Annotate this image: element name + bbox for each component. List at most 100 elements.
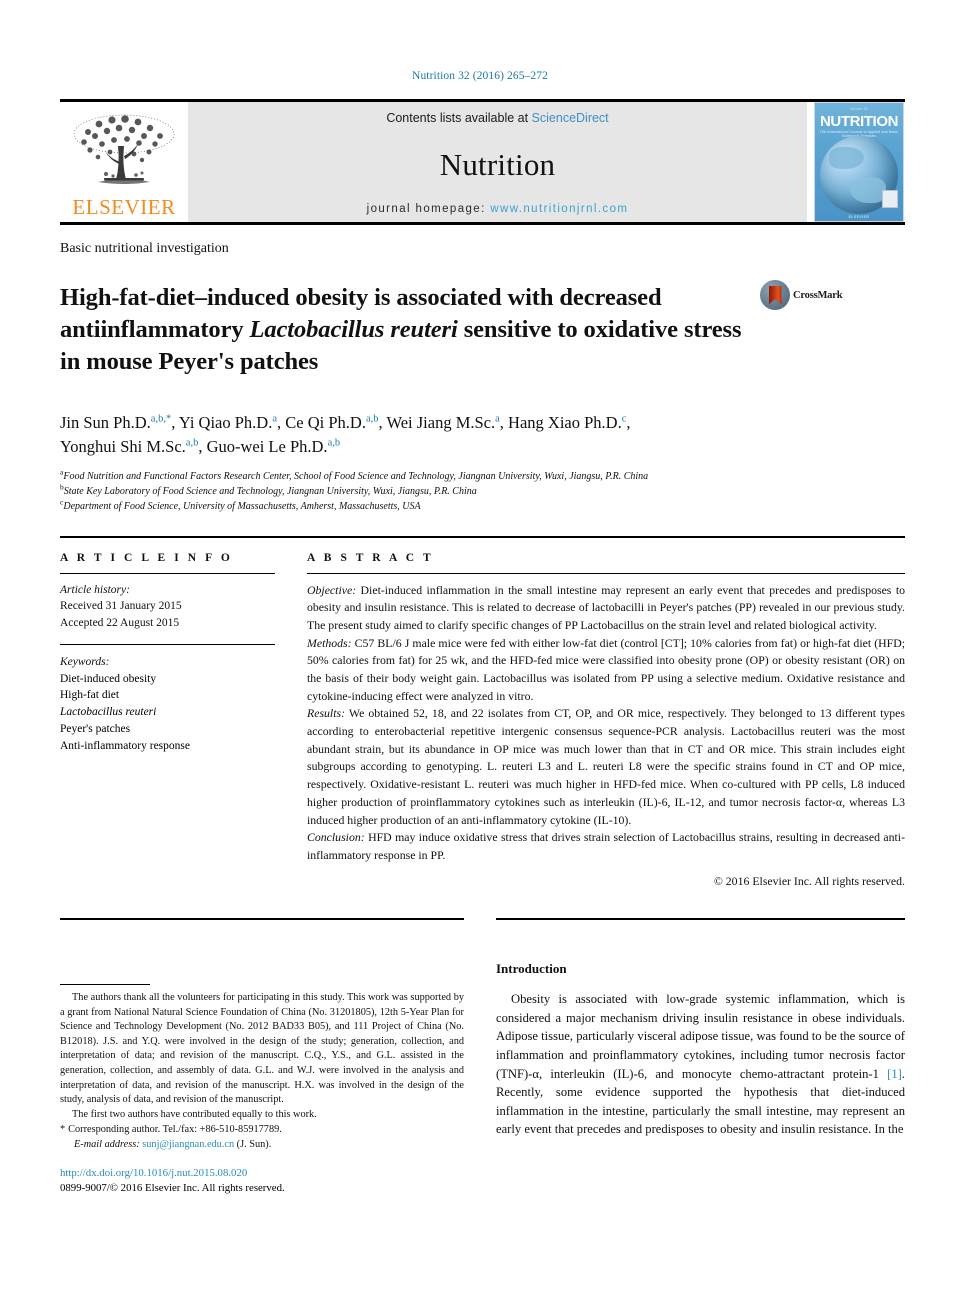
abstract-objective-text: Diet-induced inflammation in the small i… [307,582,905,632]
cover-title: NUTRITION [819,113,899,130]
affiliation-list: aFood Nutrition and Functional Factors R… [60,469,905,515]
doi-link[interactable]: http://dx.doi.org/10.1016/j.nut.2015.08.… [60,1166,464,1181]
abstract-rule [307,572,905,574]
title-line-3: in mouse Peyer's patches [60,348,319,376]
author-affiliation-marker: a,b [327,437,341,449]
affiliation-text: Department of Food Science, University o… [63,500,421,512]
keyword-item: Diet-induced obesity [60,672,157,685]
abstract-objective: Objective: Diet-induced inflammation in … [307,582,905,635]
journal-homepage-label: journal homepage: [366,203,491,215]
page-title: High-fat-diet–induced obesity is associa… [60,282,760,378]
crossmark-icon [760,280,790,310]
introduction-column: Introduction Obesity is associated with … [496,918,905,1196]
article-info-column: A R T I C L E I N F O Article history: R… [60,552,275,891]
introduction-body: Obesity is associated with low-grade sys… [496,990,905,1139]
author-name: Wei Jiang M.Sc. [386,413,496,433]
journal-info-panel: Contents lists available at ScienceDirec… [188,102,807,222]
abstract-column: A B S T R A C T Objective: Diet-induced … [307,552,905,891]
abstract-conclusion-label: Conclusion: [307,830,365,845]
paper-page: Nutrition 32 (2016) 265–272 ELSEVIER Con… [0,0,960,1290]
title-line-2b: sensitive to oxidative stress [457,316,742,344]
crossmark-badge[interactable]: CrossMark [760,266,852,310]
article-info-heading: A R T I C L E I N F O [60,551,233,564]
crossmark-label: CrossMark [793,289,843,301]
author-separator: , [626,413,631,433]
author-separator: , [171,413,179,433]
abstract-conclusion-text: HFD may induce oxidative stress that dri… [307,830,905,862]
keyword-item: Anti-inflammatory response [60,739,190,752]
article-history-label: Article history: [60,583,130,596]
introduction-column-rule [496,918,905,920]
author-item: Yi Qiao Ph.D.a, [179,413,285,432]
author-item: Hang Xiao Ph.D.c, [508,413,630,432]
affiliation-item: bState Key Laboratory of Food Science an… [60,483,905,500]
introduction-paragraph: Obesity is associated with low-grade sys… [496,990,905,1139]
keyword-item: Lactobacillus reuteri [60,704,275,721]
author-name: Yonghui Shi M.Sc. [60,437,186,457]
abstract-methods-label: Methods: [307,635,352,650]
journal-homepage-link[interactable]: www.nutritionjrnl.com [490,203,628,215]
corresponding-author-line: * Corresponding author. Tel./fax: +86-510… [60,1123,464,1138]
acknowledgment-text: The authors thank all the volunteers for… [60,992,464,1106]
author-separator: , [198,437,207,457]
keywords-list: Diet-induced obesity High-fat diet Lacto… [60,671,275,755]
abstract-copyright: © 2016 Elsevier Inc. All rights reserved… [713,873,905,888]
info-abstract-block: A R T I C L E I N F O Article history: R… [60,552,905,891]
author-affiliation-marker: a,b [365,413,379,425]
journal-homepage-line: journal homepage: www.nutritionjrnl.com [367,203,629,215]
email-line: E-mail address: sunj@jiangnan.edu.cn (J.… [60,1138,464,1153]
abstract-heading: A B S T R A C T [307,551,434,564]
author-item: Yonghui Shi M.Sc.a,b, [60,437,207,456]
contents-lists-line: Contents lists available at ScienceDirec… [386,111,608,125]
running-head: Nutrition 32 (2016) 265–272 [412,70,548,82]
abstract-methods: Methods: C57 BL/6 J male mice were fed w… [307,635,905,706]
author-affiliation-marker: a,b [185,437,199,449]
abstract-results: Results: We obtained 52, 18, and 22 isol… [307,705,905,829]
divider-above-abstract [60,535,905,538]
author-name: Guo-wei Le Ph.D. [206,437,328,457]
keyword-item: High-fat diet [60,689,120,702]
journal-cover: Volume 32 NUTRITION The International Jo… [813,102,905,222]
footnote-column-rule [60,918,464,920]
elsevier-logo: ELSEVIER [60,102,188,222]
footnote-block: The authors thank all the volunteers for… [60,991,464,1153]
author-item: Guo-wei Le Ph.D.a,b [207,437,341,456]
elsevier-tree-icon [68,112,180,196]
author-name: Ce Qi Ph.D. [285,413,366,433]
article-section-label: Basic nutritional investigation [60,241,229,256]
author-separator: , [499,413,509,433]
cover-publisher-label: ELSEVIER [848,215,870,219]
introduction-text-a: Obesity is associated with low-grade sys… [496,992,905,1081]
issn-copyright-line: 0899-9007/© 2016 Elsevier Inc. All right… [60,1182,285,1195]
doi-block: http://dx.doi.org/10.1016/j.nut.2015.08.… [60,1166,464,1197]
author-item: Jin Sun Ph.D.a,b,*, [60,413,179,432]
author-name: Hang Xiao Ph.D. [508,413,622,433]
affiliation-item: cDepartment of Food Science, University … [60,498,905,515]
author-name: Yi Qiao Ph.D. [178,413,273,433]
affiliation-text: State Key Laboratory of Food Science and… [63,485,477,497]
abstract-conclusion: Conclusion: HFD may induce oxidative str… [307,829,905,864]
title-species-name: Lactobacillus reuteri [249,316,458,344]
abstract-methods-text: C57 BL/6 J male mice were fed with eithe… [307,635,905,703]
author-affiliation-marker: a,b,* [150,413,172,425]
journal-cover-image: Volume 32 NUTRITION The International Jo… [814,102,904,222]
journal-title: Nutrition [439,146,556,182]
article-received-date: Received 31 January 2015 [60,600,182,613]
keyword-italic-text: Lactobacillus reuteri [60,706,157,719]
author-item: Ce Qi Ph.D.a,b, [285,413,386,432]
introduction-heading: Introduction [496,961,567,976]
abstract-body: Objective: Diet-induced inflammation in … [307,582,905,891]
affiliation-text: Food Nutrition and Functional Factors Re… [63,471,649,483]
email-suffix: (J. Sun). [234,1139,272,1151]
abstract-objective-label: Objective: [307,582,357,597]
email-link[interactable]: sunj@jiangnan.edu.cn [142,1139,234,1150]
sciencedirect-link[interactable]: ScienceDirect [532,111,609,125]
abstract-results-label: Results: [307,706,346,721]
abstract-results-text: We obtained 52, 18, and 22 isolates from… [307,706,905,827]
journal-masthead: ELSEVIER Contents lists available at Sci… [60,99,905,225]
keyword-item: Peyer's patches [60,723,131,736]
footnote-column: The authors thank all the volunteers for… [60,918,464,1196]
keywords-label: Keywords: [60,655,110,668]
reference-citation-link[interactable]: [1] [887,1067,902,1081]
corresponding-author-text: Corresponding author. Tel./fax: +86-510-… [68,1124,282,1136]
